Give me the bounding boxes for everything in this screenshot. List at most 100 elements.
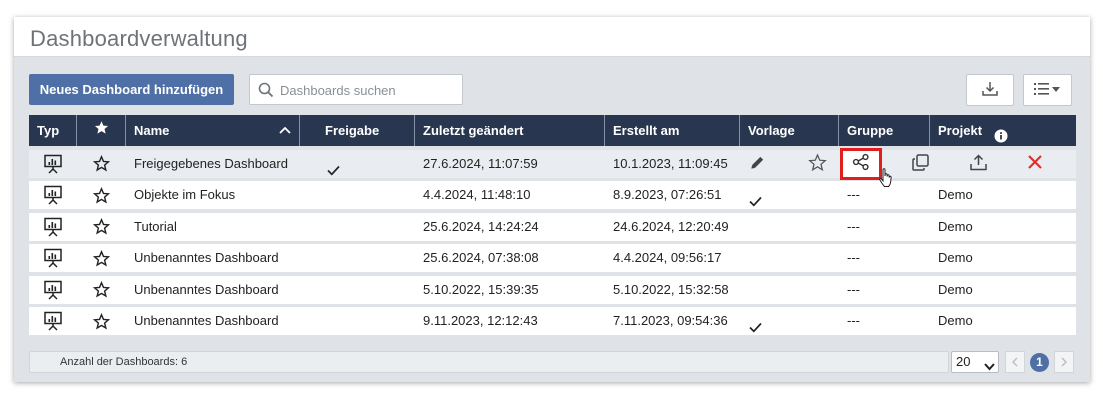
gruppe-cell: --- [847, 250, 860, 265]
favorite-star-icon[interactable] [77, 276, 126, 304]
chevron-left-icon [1011, 355, 1019, 370]
column-header-erstellt[interactable]: Erstellt am [605, 115, 740, 146]
gruppe-cell: --- [847, 218, 860, 234]
column-header-vorlage[interactable]: Vorlage [740, 115, 839, 146]
created-cell: 4.4.2024, 09:56:17 [613, 250, 722, 265]
last-modified-cell: 9.11.2023, 12:12:43 [423, 313, 538, 328]
page-size-value: 20 [956, 354, 971, 369]
created-cell: 5.10.2022, 15:32:58 [613, 281, 729, 297]
table-row[interactable]: Tutorial 25.6.2024, 14:24:24 24.6.2024, 12… [29, 212, 1076, 241]
dashboard-name: Tutorial [134, 218, 177, 234]
freigabe-cell [300, 244, 415, 272]
dashboard-type-icon [29, 150, 77, 178]
created-cell: 8.9.2023, 07:26:51 [613, 187, 722, 202]
column-header-projekt[interactable]: Projekt [930, 115, 1076, 146]
column-header-favorite[interactable] [77, 115, 126, 146]
favorite-star-icon[interactable] [77, 244, 126, 272]
dashboard-management-panel: Dashboardverwaltung Neues Dashboard hinz… [14, 17, 1090, 382]
pencil-icon [749, 154, 766, 174]
dashboard-name: Objekte im Fokus [134, 187, 236, 202]
last-modified-cell: 25.6.2024, 07:38:08 [423, 250, 539, 265]
next-page-button[interactable] [1054, 351, 1074, 373]
column-header-zuletzt[interactable]: Zuletzt geändert [415, 115, 605, 146]
vorlage-cell [740, 181, 839, 209]
chevron-right-icon [1060, 355, 1068, 370]
dashboard-table: Typ Name Freigabe Zuletzt geändert Erste… [29, 115, 1076, 335]
upload-icon [969, 153, 988, 175]
template-star-button[interactable] [803, 150, 831, 178]
vorlage-cell [740, 276, 839, 304]
projekt-cell: Demo [938, 313, 973, 328]
column-header-typ[interactable]: Typ [29, 115, 77, 146]
star-filled-icon [94, 115, 109, 146]
pointer-cursor-icon [878, 167, 894, 191]
gruppe-cell: --- [847, 313, 860, 328]
table-row[interactable]: Freigegebenes Dashboard 27.6.2024, 11:07:… [29, 147, 1076, 187]
dashboard-type-icon [29, 213, 77, 241]
freigabe-cell [300, 181, 415, 209]
projekt-cell: Demo [938, 250, 973, 265]
freigabe-cell [300, 276, 415, 304]
sort-ascending-icon [279, 115, 291, 146]
search-input[interactable] [280, 79, 458, 101]
dashboard-name: Unbenanntes Dashboard [134, 313, 279, 328]
column-header-gruppe[interactable]: Gruppe [839, 115, 930, 146]
created-cell: 10.1.2023, 11:09:45 [613, 155, 728, 171]
edit-button[interactable] [744, 150, 770, 178]
favorite-star-icon[interactable] [77, 213, 126, 241]
last-modified-cell: 25.6.2024, 14:24:24 [423, 218, 539, 234]
vorlage-cell [740, 244, 839, 272]
copy-button[interactable] [906, 150, 934, 178]
favorite-star-icon[interactable] [77, 150, 126, 178]
add-dashboard-button[interactable]: Neues Dashboard hinzufügen [29, 74, 234, 105]
dashboard-name: Unbenanntes Dashboard [134, 281, 279, 297]
freigabe-cell [300, 213, 415, 241]
share-button[interactable] [840, 147, 882, 180]
freigabe-cell [300, 307, 415, 335]
column-header-freigabe[interactable]: Freigabe [300, 115, 415, 146]
page-number-current[interactable]: 1 [1030, 353, 1049, 372]
last-modified-cell: 5.10.2022, 15:39:35 [423, 281, 539, 297]
projekt-cell: Demo [938, 218, 973, 234]
copy-icon [911, 153, 930, 175]
table-row[interactable]: Unbenanntes Dashboard 9.11.2023, 12:12:43… [29, 307, 1076, 335]
check-icon [749, 315, 762, 343]
dashboard-type-icon [29, 244, 77, 272]
table-row[interactable]: Objekte im Fokus 4.4.2024, 11:48:10 8.9.20… [29, 181, 1076, 209]
column-header-projekt-label: Projekt [938, 123, 983, 138]
created-cell: 7.11.2023, 09:54:36 [613, 313, 728, 328]
export-button[interactable] [964, 150, 992, 178]
projekt-cell: Demo [938, 281, 973, 297]
dashboard-count: Anzahl der Dashboards: 6 [29, 351, 949, 373]
table-header: Typ Name Freigabe Zuletzt geändert Erste… [29, 115, 1076, 146]
freigabe-cell [300, 150, 415, 178]
projekt-cell: Demo [938, 187, 973, 202]
download-icon [981, 80, 999, 101]
dashboard-name: Unbenanntes Dashboard [134, 250, 279, 265]
title-bar: Dashboardverwaltung [14, 17, 1090, 57]
column-header-name[interactable]: Name [126, 115, 300, 146]
created-cell: 24.6.2024, 12:20:49 [613, 218, 729, 234]
page-title: Dashboardverwaltung [30, 26, 248, 51]
share-icon [852, 153, 870, 174]
favorite-star-icon[interactable] [77, 181, 126, 209]
vorlage-cell [740, 307, 839, 335]
delete-button[interactable] [1021, 150, 1049, 178]
vorlage-cell [740, 213, 839, 241]
last-modified-cell: 27.6.2024, 11:07:59 [423, 155, 538, 171]
dashboard-type-icon [29, 181, 77, 209]
download-button[interactable] [966, 74, 1014, 106]
table-row[interactable]: Unbenanntes Dashboard 5.10.2022, 15:39:35… [29, 275, 1076, 304]
favorite-star-icon[interactable] [77, 307, 126, 335]
table-row[interactable]: Unbenanntes Dashboard 25.6.2024, 07:38:08… [29, 244, 1076, 272]
last-modified-cell: 4.4.2024, 11:48:10 [423, 187, 531, 202]
list-menu-button[interactable] [1023, 74, 1072, 106]
chevron-down-icon [984, 357, 995, 377]
page-size-select[interactable]: 20 [951, 351, 999, 373]
gruppe-cell: --- [847, 281, 860, 297]
dashboard-type-icon [29, 307, 77, 335]
search-box[interactable] [249, 74, 463, 105]
column-header-name-label: Name [134, 123, 170, 138]
previous-page-button[interactable] [1005, 351, 1025, 373]
dashboard-type-icon [29, 276, 77, 304]
